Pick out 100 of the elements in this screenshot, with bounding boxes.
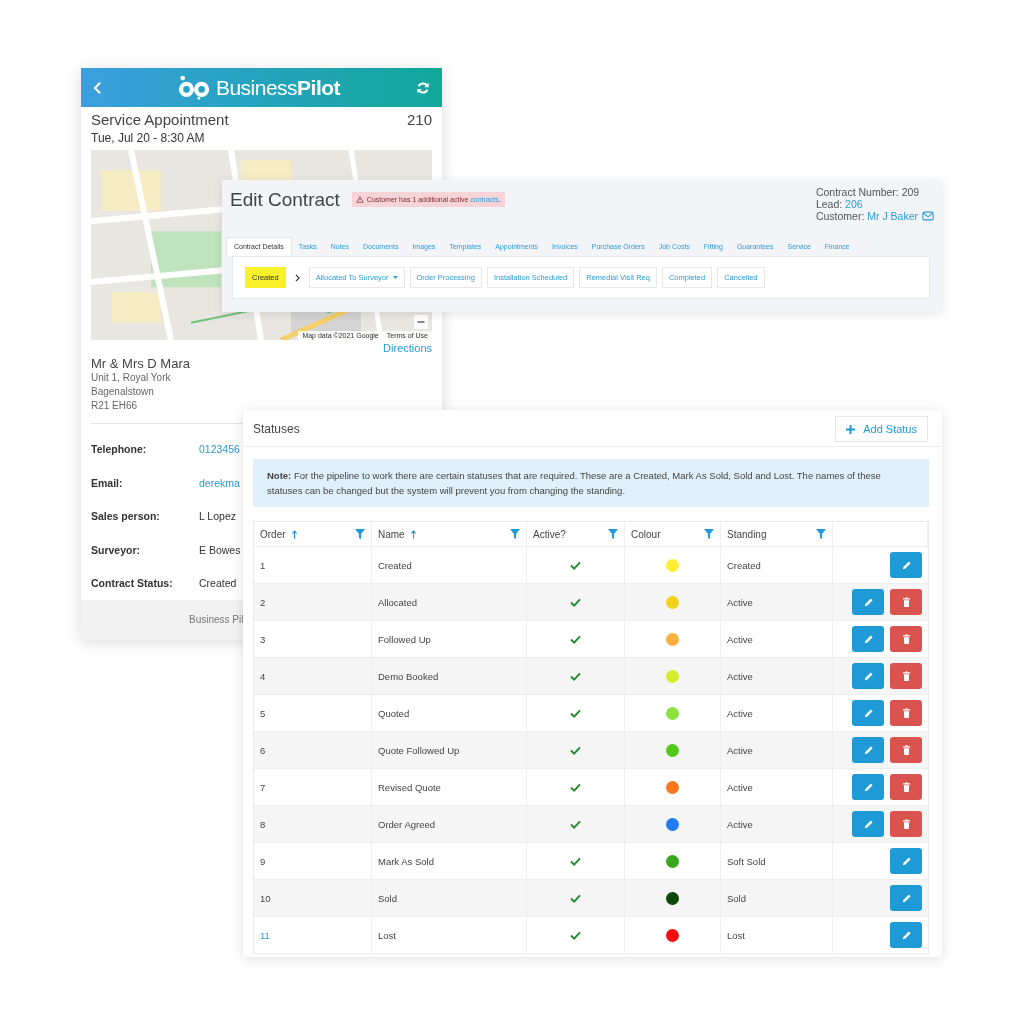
column-header[interactable]: Order [254, 522, 372, 546]
order-value: 1 [260, 559, 266, 571]
panel-title: Statuses [253, 422, 300, 436]
trash-icon [901, 596, 911, 608]
caret-icon [392, 276, 398, 279]
column-header[interactable]: Name [372, 522, 527, 546]
pencil-icon [900, 559, 912, 571]
field-link[interactable]: 0123456 [199, 443, 240, 456]
edit-button[interactable] [852, 589, 884, 615]
brand-name: BusinessPilot [215, 75, 341, 100]
delete-button[interactable] [890, 626, 922, 652]
back-icon[interactable] [93, 80, 102, 95]
pencil-icon [862, 818, 874, 830]
chevron-icon [294, 273, 300, 282]
edit-button[interactable] [852, 811, 884, 837]
field-label: Telephone: [91, 443, 148, 456]
status-name: Order Agreed [378, 818, 436, 830]
standing-value: Active [727, 596, 753, 608]
pencil-icon [862, 744, 874, 756]
column-header[interactable]: Colour [625, 522, 721, 546]
appointment-date: Tue, Jul 20 - 8:30 AM [91, 131, 206, 146]
delete-button[interactable] [890, 774, 922, 800]
standing-value: Soft Sold [727, 855, 766, 867]
trash-icon [901, 781, 911, 793]
trash-icon [901, 818, 911, 830]
page-title: Edit Contract [230, 189, 340, 211]
filter-icon[interactable] [608, 529, 618, 539]
appointment-title: Service Appointment [91, 111, 229, 129]
standing-value: Sold [727, 892, 746, 904]
status-name: Quote Followed Up [378, 744, 460, 756]
column-header[interactable]: Active? [527, 522, 625, 546]
column-header[interactable]: Standing [721, 522, 833, 546]
field-label: Contract Status: [91, 577, 174, 590]
trash-icon [901, 670, 911, 682]
edit-button[interactable] [852, 626, 884, 652]
delete-button[interactable] [890, 663, 922, 689]
pencil-icon [900, 929, 912, 941]
status-name: Mark As Sold [378, 855, 434, 867]
pencil-icon [900, 855, 912, 867]
edit-button[interactable] [890, 885, 922, 911]
status-name: Allocated [378, 596, 418, 608]
edit-button[interactable] [852, 700, 884, 726]
status-name: Lost [378, 929, 396, 941]
order-value: 8 [260, 818, 266, 830]
field-link[interactable]: derekma [199, 476, 240, 489]
edit-button[interactable] [852, 774, 884, 800]
trash-icon [901, 707, 911, 719]
edit-button[interactable] [852, 663, 884, 689]
field-label: Surveyor: [91, 543, 142, 556]
customer-name: Mr & Mrs D Mara [91, 356, 191, 372]
order-value: 3 [260, 633, 266, 645]
delete-button[interactable] [890, 700, 922, 726]
order-value: 7 [260, 781, 266, 793]
logo-icon [177, 75, 212, 101]
order-value: 4 [260, 670, 266, 682]
plus-icon [846, 424, 856, 434]
edit-button[interactable] [890, 552, 922, 578]
order-value: 2 [260, 596, 266, 608]
field-label: Sales person: [91, 510, 161, 523]
zoom-out-icon[interactable] [414, 315, 428, 330]
order-value: 5 [260, 707, 266, 719]
contract-number: Contract Number: 209 [815, 186, 921, 198]
field-value: L Lopez [199, 510, 236, 523]
status-name: Quoted [378, 707, 410, 719]
trash-icon [901, 633, 911, 645]
status-name: Sold [378, 892, 397, 904]
note-text: Note: For the pipeline to work there are certain statuses that are required. These are a Created, Mark As Sold, Sold and Lost. The names of these statuses can be changed but the system will prevent you from changing the standing. [267, 470, 881, 496]
filter-icon[interactable] [510, 529, 520, 539]
lead-link[interactable]: 206 [845, 198, 863, 210]
standing-value: Active [727, 744, 753, 756]
status-name: Revised Quote [378, 781, 441, 793]
mail-icon[interactable] [922, 211, 934, 221]
status-name: Created [378, 559, 412, 571]
lead-info: Lead: 206 [815, 198, 864, 210]
standing-value: Active [727, 670, 753, 682]
column-label: Name [378, 528, 405, 540]
trash-icon [901, 744, 911, 756]
edit-button[interactable] [890, 922, 922, 948]
delete-button[interactable] [890, 589, 922, 615]
refresh-icon[interactable] [416, 80, 430, 95]
field-value: E Bowes [199, 543, 241, 556]
customer-link[interactable]: Mr J Baker [867, 210, 918, 222]
filter-icon[interactable] [355, 529, 365, 539]
pencil-icon [862, 781, 874, 793]
status-name: Followed Up [378, 633, 431, 645]
standing-value: Active [727, 781, 753, 793]
delete-button[interactable] [890, 811, 922, 837]
directions-link[interactable]: Directions [383, 342, 432, 355]
edit-button[interactable] [890, 848, 922, 874]
filter-icon[interactable] [704, 529, 714, 539]
standing-value: Active [727, 633, 753, 645]
pencil-icon [900, 892, 912, 904]
pencil-icon [862, 670, 874, 682]
sort-arrow-icon[interactable] [410, 529, 416, 539]
add-status-button[interactable]: Add Status [835, 416, 928, 442]
standing-value: Active [727, 707, 753, 719]
sort-arrow-icon[interactable] [291, 529, 297, 539]
delete-button[interactable] [890, 737, 922, 763]
edit-button[interactable] [852, 737, 884, 763]
filter-icon[interactable] [816, 529, 826, 539]
